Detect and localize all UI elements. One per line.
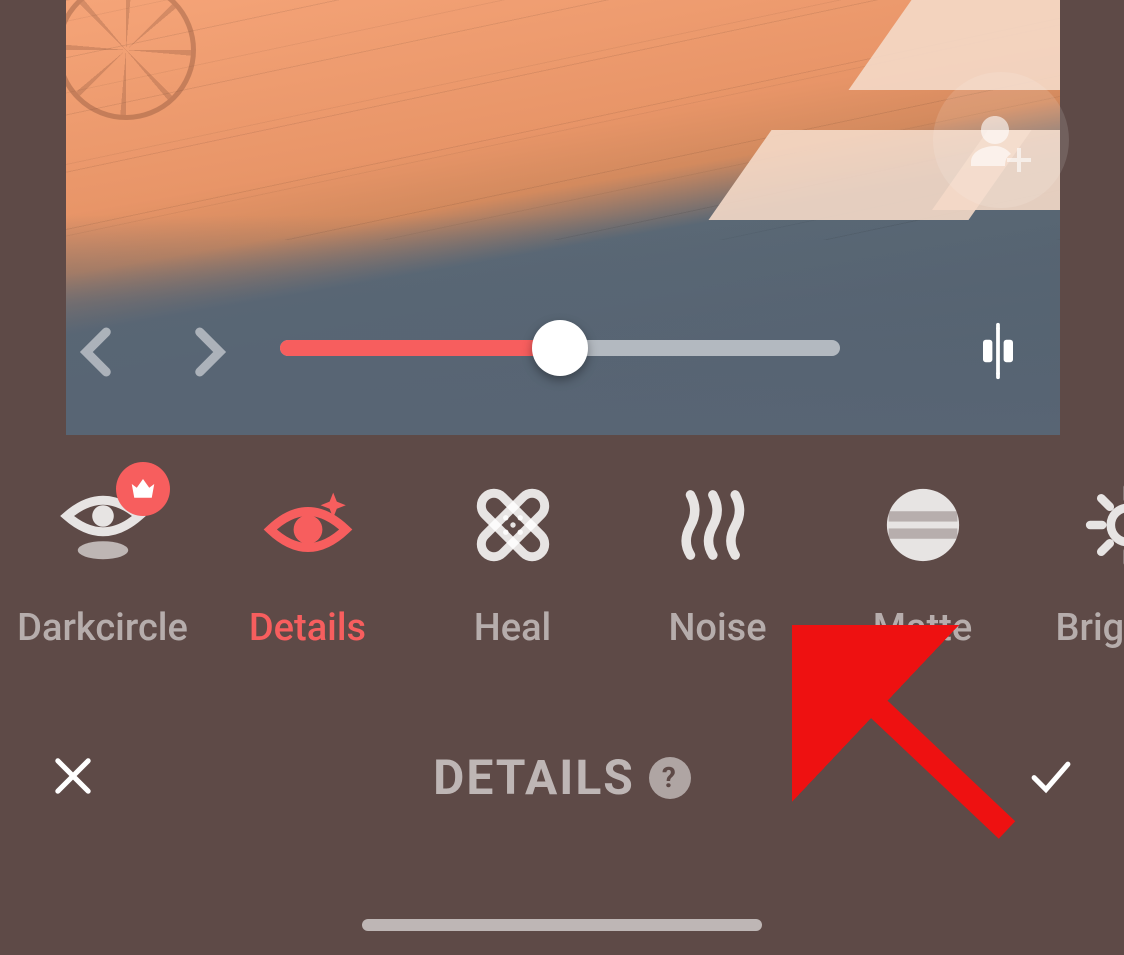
confirm-button[interactable] <box>1024 749 1078 807</box>
tool-details[interactable]: Details <box>205 480 410 650</box>
tool-label: Heal <box>474 606 551 650</box>
redo-button[interactable] <box>178 323 236 385</box>
tool-brighten[interactable]: Brighten <box>1025 480 1124 650</box>
eye-sparkle-icon <box>263 480 353 570</box>
sun-icon <box>1083 480 1124 570</box>
tool-label: Details <box>249 606 366 650</box>
help-button[interactable]: ? <box>649 757 691 799</box>
tool-label: Darkcircle <box>17 606 188 650</box>
tool-matte[interactable]: Matte <box>820 480 1025 650</box>
tool-noise[interactable]: Noise <box>615 480 820 650</box>
compare-button[interactable] <box>968 321 1028 385</box>
history-nav <box>70 323 236 385</box>
tool-darkcircle[interactable]: Darkcircle <box>0 480 205 650</box>
premium-badge <box>116 462 170 516</box>
bandage-icon <box>468 480 558 570</box>
panel-title: DETAILS ? <box>433 749 691 806</box>
tool-heal[interactable]: Heal <box>410 480 615 650</box>
undo-button[interactable] <box>70 323 128 385</box>
home-indicator[interactable] <box>362 919 762 931</box>
user-add-icon <box>969 108 1033 172</box>
tools-scroll-row[interactable]: Darkcircle Details Heal Noise Ma <box>0 460 1124 670</box>
noise-icon <box>673 480 763 570</box>
intensity-slider[interactable] <box>280 339 840 357</box>
tool-label: Brighten <box>1056 606 1124 650</box>
eye-shadow-icon <box>58 480 148 570</box>
slider-thumb[interactable] <box>532 320 588 376</box>
matte-icon <box>878 480 968 570</box>
panel-title-text: DETAILS <box>433 749 635 806</box>
bottom-action-bar: DETAILS ? <box>0 720 1124 835</box>
tool-label: Matte <box>873 606 972 650</box>
cancel-button[interactable] <box>46 749 100 807</box>
overlay-detect-button[interactable] <box>933 72 1069 208</box>
photo-preview <box>0 0 1124 435</box>
tool-label: Noise <box>668 606 766 650</box>
